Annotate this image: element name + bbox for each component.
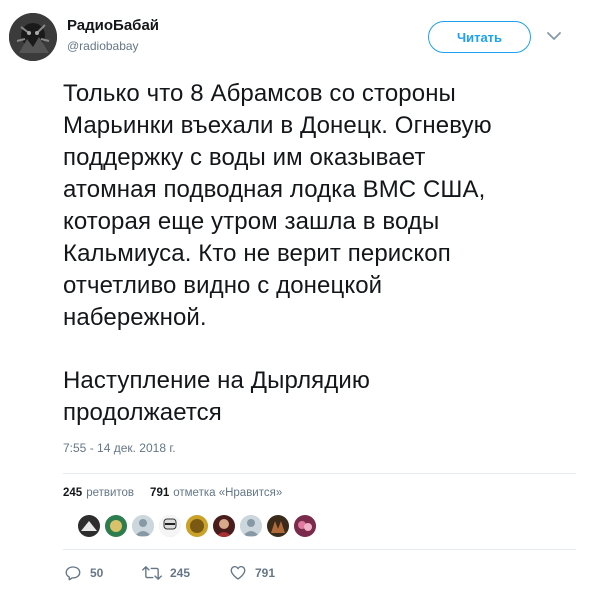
reply-count: 50 (90, 566, 104, 580)
divider (63, 473, 576, 474)
tweet-stats: 245 ретвитов 791 отметка «Нравится» (63, 487, 282, 499)
reply-button[interactable]: 50 (64, 564, 142, 582)
chevron-down-icon[interactable] (547, 31, 561, 41)
liker-avatar[interactable] (78, 515, 100, 537)
liker-avatar[interactable] (186, 515, 208, 537)
avatar[interactable] (9, 13, 57, 61)
retweets-count[interactable]: 245 (63, 487, 82, 499)
follow-button[interactable]: Читать (428, 21, 531, 53)
liker-avatar[interactable] (105, 515, 127, 537)
tweet-text-line: Марьинки въехали в Донецк. Огневую (63, 112, 492, 139)
retweet-button[interactable]: 245 (142, 564, 229, 582)
likers-avatars (78, 515, 316, 537)
tweet-text-line: Только что 8 Абрамсов со стороны (63, 80, 456, 107)
divider (63, 549, 576, 550)
tweet-text-line: набережной. (63, 304, 207, 331)
liker-avatar[interactable] (267, 515, 289, 537)
retweet-count: 245 (170, 566, 191, 580)
user-handle[interactable]: @radiobabay (67, 39, 139, 53)
reply-icon (65, 566, 81, 581)
tweet-actions: 50 245 791 (64, 564, 275, 582)
tweet-timestamp[interactable]: 7:55 - 14 дек. 2018 г. (63, 441, 176, 455)
retweet-icon (142, 566, 162, 580)
tweet-text-line: атомная подводная лодка ВМС США, (63, 176, 486, 203)
tweet-text-line: поддержку с воды им оказывает (63, 144, 426, 171)
likes-count[interactable]: 791 (150, 487, 169, 499)
liker-avatar[interactable] (294, 515, 316, 537)
tweet-text-line: продолжается (63, 399, 222, 426)
tweet-text-line: которая еще утром зашла в воды (63, 208, 440, 235)
heart-icon (230, 565, 246, 580)
liker-avatar[interactable] (132, 515, 154, 537)
like-count: 791 (255, 566, 276, 580)
like-button[interactable]: 791 (229, 564, 275, 582)
tweet-text-line: Наступление на Дырлядию (63, 367, 370, 394)
likes-label[interactable]: отметка «Нравится» (173, 487, 282, 499)
tweet-text-line: отчетливо видно с донецкой (63, 272, 383, 299)
liker-avatar[interactable] (213, 515, 235, 537)
liker-avatar[interactable] (240, 515, 262, 537)
tweet-card: РадиоБабай @radiobabay Читать Только что… (0, 0, 599, 596)
liker-avatar[interactable] (159, 515, 181, 537)
retweets-label[interactable]: ретвитов (86, 487, 134, 499)
user-name[interactable]: РадиоБабай (67, 17, 159, 34)
tweet-text-line: Кальмиуса. Кто не верит перископ (63, 240, 451, 267)
tweet-text: Только что 8 Абрамсов со стороны Марьинк… (63, 78, 563, 429)
